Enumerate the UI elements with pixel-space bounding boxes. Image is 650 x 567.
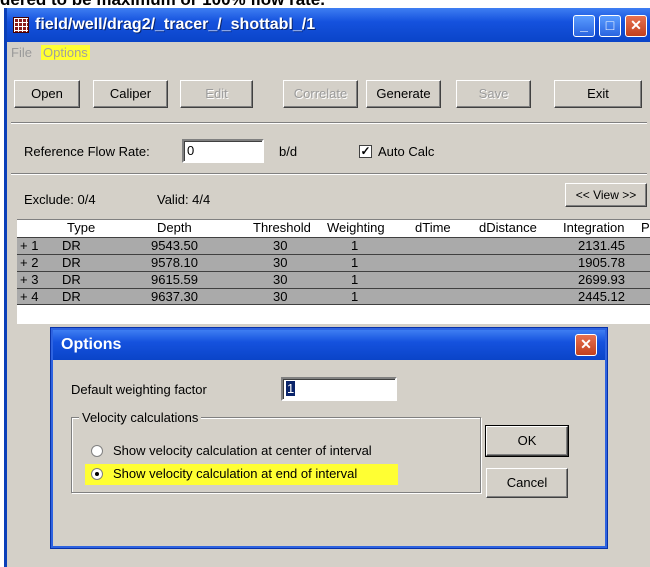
minimize-button[interactable]: _	[573, 15, 595, 37]
column-header[interactable]: Depth	[157, 220, 192, 237]
depth-cell: 9578.10	[151, 255, 198, 270]
reference-flow-label: Reference Flow Rate:	[24, 144, 150, 159]
row-index: + 3	[20, 272, 39, 287]
row-index: + 4	[20, 289, 39, 304]
center-option-label[interactable]: Show velocity calculation at center of i…	[113, 443, 372, 458]
minimize-icon: _	[580, 17, 588, 33]
tracer-table: Type Depth Threshold Weighting dTime dDi…	[17, 219, 650, 324]
weighting-cell: 1	[351, 255, 359, 270]
flow-unit-label: b/d	[279, 144, 298, 159]
save-button[interactable]: Save	[456, 80, 531, 108]
maximize-button[interactable]: □	[599, 15, 621, 37]
auto-calc-label: Auto Calc	[378, 144, 435, 159]
open-button[interactable]: Open	[14, 80, 80, 108]
maximize-icon: □	[605, 17, 615, 33]
end-radio[interactable]	[91, 468, 103, 480]
center-radio[interactable]	[91, 445, 103, 457]
row-index: + 1	[20, 238, 39, 253]
weighting-value: 1	[286, 381, 296, 396]
threshold-cell: 30	[273, 255, 288, 270]
table-row[interactable]: + 2 DR 9578.10 30 1 1905.78	[17, 254, 650, 271]
column-header[interactable]: P	[641, 220, 650, 237]
checkmark-icon: ✓	[360, 144, 371, 158]
threshold-cell: 30	[273, 272, 288, 287]
divider	[11, 122, 647, 124]
dialog-title: Options	[61, 336, 122, 353]
type-cell: DR	[62, 238, 81, 253]
weighting-label: Default weighting factor	[71, 382, 207, 397]
row-index: + 2	[20, 255, 39, 270]
options-dialog: Options ✕ Default weighting factor 1 Vel…	[50, 327, 608, 549]
type-cell: DR	[62, 255, 81, 270]
menu-bar: File Options	[7, 42, 650, 64]
cancel-button[interactable]: Cancel	[486, 468, 568, 498]
dialog-close-button[interactable]: ✕	[575, 334, 597, 356]
column-header[interactable]: Type	[67, 220, 95, 237]
column-header[interactable]: dDistance	[479, 220, 537, 237]
menu-options[interactable]: Options	[41, 45, 90, 60]
column-header[interactable]: Integration	[563, 220, 624, 237]
weighting-cell: 1	[351, 238, 359, 253]
window-title: field/well/drag2/_tracer_/_shottabl_/1	[35, 16, 316, 33]
correlate-button[interactable]: Correlate	[283, 80, 358, 108]
column-header[interactable]: Weighting	[327, 220, 385, 237]
threshold-cell: 30	[273, 289, 288, 304]
velocity-group-label: Velocity calculations	[79, 410, 202, 425]
generate-button[interactable]: Generate	[366, 80, 441, 108]
type-cell: DR	[62, 289, 81, 304]
dialog-title-bar[interactable]: Options ✕	[53, 330, 605, 360]
exit-button[interactable]: Exit	[554, 80, 642, 108]
title-bar[interactable]: field/well/drag2/_tracer_/_shottabl_/1 _…	[7, 8, 650, 42]
integration-cell: 2131.45	[578, 238, 625, 253]
close-icon: ✕	[580, 336, 592, 352]
view-toggle-button[interactable]: << View >>	[565, 183, 647, 207]
depth-cell: 9543.50	[151, 238, 198, 253]
type-cell: DR	[62, 272, 81, 287]
divider	[11, 173, 647, 175]
exclude-count: Exclude: 0/4	[24, 192, 96, 207]
weighting-cell: 1	[351, 272, 359, 287]
integration-cell: 2445.12	[578, 289, 625, 304]
table-row[interactable]: + 1 DR 9543.50 30 1 2131.45	[17, 237, 650, 254]
threshold-cell: 30	[273, 238, 288, 253]
table-row[interactable]: + 3 DR 9615.59 30 1 2699.93	[17, 271, 650, 288]
column-header[interactable]: Threshold	[253, 220, 311, 237]
integration-cell: 2699.93	[578, 272, 625, 287]
edit-button[interactable]: Edit	[180, 80, 253, 108]
depth-cell: 9637.30	[151, 289, 198, 304]
end-option-label[interactable]: Show velocity calculation at end of inte…	[113, 466, 357, 481]
caliper-button[interactable]: Caliper	[93, 80, 168, 108]
weighting-input[interactable]: 1	[281, 377, 397, 401]
close-button[interactable]: ✕	[625, 15, 647, 37]
reference-flow-input[interactable]: 0	[182, 139, 264, 163]
column-header[interactable]: dTime	[415, 220, 451, 237]
depth-cell: 9615.59	[151, 272, 198, 287]
close-icon: ✕	[630, 17, 642, 33]
ok-button[interactable]: OK	[485, 425, 569, 457]
menu-file[interactable]: File	[9, 45, 34, 60]
auto-calc-checkbox[interactable]: ✓	[359, 145, 372, 158]
table-row[interactable]: + 4 DR 9637.30 30 1 2445.12	[17, 288, 650, 305]
weighting-cell: 1	[351, 289, 359, 304]
integration-cell: 1905.78	[578, 255, 625, 270]
app-grid-icon	[13, 17, 29, 33]
valid-count: Valid: 4/4	[157, 192, 211, 207]
